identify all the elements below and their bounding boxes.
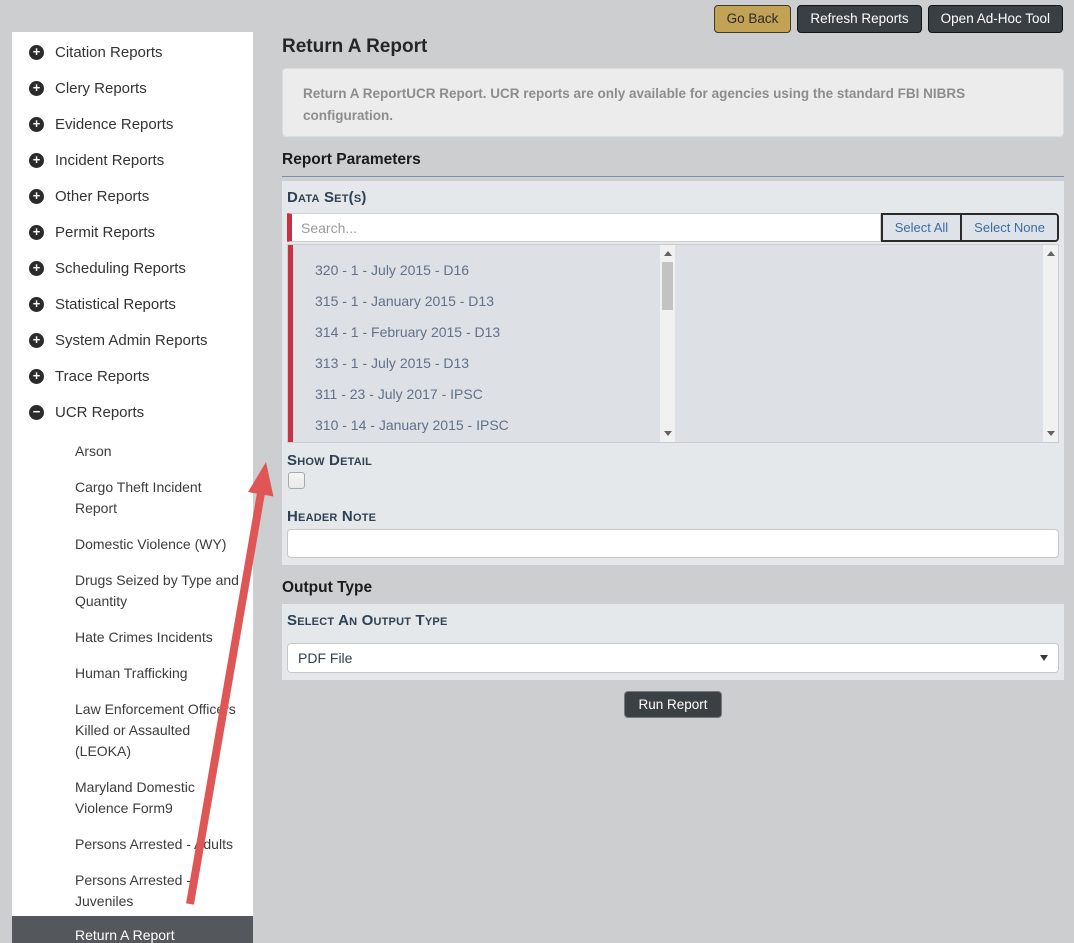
show-detail-checkbox[interactable] xyxy=(288,472,305,489)
sidebar-item-clery-reports[interactable]: Clery Reports xyxy=(12,70,253,106)
report-info-box: Return A ReportUCR Report. UCR reports a… xyxy=(282,68,1064,137)
expand-plus-icon[interactable] xyxy=(29,153,44,168)
open-adhoc-tool-button[interactable]: Open Ad-Hoc Tool xyxy=(928,5,1063,33)
sidebar-item-label: Citation Reports xyxy=(55,44,163,61)
dataset-search-input[interactable] xyxy=(287,213,881,242)
sidebar-category-list: Citation Reports Clery Reports Evidence … xyxy=(12,32,253,430)
scroll-up-icon[interactable] xyxy=(664,251,672,256)
output-type-selected-value: PDF File xyxy=(298,650,1040,666)
sidebar-subitem-drugs-seized[interactable]: Drugs Seized by Type and Quantity xyxy=(75,570,245,612)
show-detail-label: Show Detail xyxy=(287,452,372,469)
report-info-text: Return A ReportUCR Report. UCR reports a… xyxy=(303,86,965,123)
sidebar-item-label: Statistical Reports xyxy=(55,296,176,313)
selected-list-scrollbar[interactable] xyxy=(1043,245,1058,442)
expand-plus-icon[interactable] xyxy=(29,117,44,132)
sidebar-item-evidence-reports[interactable]: Evidence Reports xyxy=(12,106,253,142)
report-parameters-panel: Data Set(s) Select All Select None 320 -… xyxy=(282,181,1064,565)
dataset-option[interactable]: 314 - 1 - February 2015 - D13 xyxy=(293,316,660,347)
sidebar-item-label: Trace Reports xyxy=(55,368,149,385)
dataset-dual-list: 320 - 1 - July 2015 - D16 315 - 1 - Janu… xyxy=(287,244,1059,443)
sidebar-item-label: Scheduling Reports xyxy=(55,260,186,277)
refresh-reports-button[interactable]: Refresh Reports xyxy=(797,5,921,33)
sidebar-item-citation-reports[interactable]: Citation Reports xyxy=(12,34,253,70)
header-note-input[interactable] xyxy=(287,529,1059,558)
sidebar-item-label: Other Reports xyxy=(55,188,149,205)
sidebar-item-label: UCR Reports xyxy=(55,404,144,421)
expand-plus-icon[interactable] xyxy=(29,261,44,276)
collapse-minus-icon[interactable] xyxy=(29,405,44,420)
output-type-select[interactable]: PDF File xyxy=(287,643,1059,673)
sidebar-item-other-reports[interactable]: Other Reports xyxy=(12,178,253,214)
expand-plus-icon[interactable] xyxy=(29,81,44,96)
page-title: Return A Report xyxy=(282,36,427,58)
select-buttons-group: Select All Select None xyxy=(881,213,1059,242)
expand-plus-icon[interactable] xyxy=(29,225,44,240)
reports-sidebar: Citation Reports Clery Reports Evidence … xyxy=(12,32,253,929)
go-back-button[interactable]: Go Back xyxy=(714,5,792,33)
sidebar-subitem-persons-arrested-juveniles[interactable]: Persons Arrested - Juveniles xyxy=(75,870,245,912)
sidebar-subitem-arson[interactable]: Arson xyxy=(75,441,245,462)
sidebar-subitem-hate-crimes[interactable]: Hate Crimes Incidents xyxy=(75,627,245,648)
ucr-reports-sublist: Arson Cargo Theft Incident Report Domest… xyxy=(12,430,253,912)
scroll-up-icon[interactable] xyxy=(1047,251,1055,256)
sidebar-item-incident-reports[interactable]: Incident Reports xyxy=(12,142,253,178)
sidebar-item-label: Incident Reports xyxy=(55,152,164,169)
top-toolbar: Go Back Refresh Reports Open Ad-Hoc Tool xyxy=(714,5,1063,33)
scroll-down-icon[interactable] xyxy=(664,431,672,436)
dataset-option[interactable]: 315 - 1 - January 2015 - D13 xyxy=(293,285,660,316)
report-parameters-heading: Report Parameters xyxy=(282,151,1064,177)
header-note-label: Header Note xyxy=(287,508,376,525)
sidebar-item-system-admin-reports[interactable]: System Admin Reports xyxy=(12,322,253,358)
dataset-option[interactable]: 311 - 23 - July 2017 - IPSC xyxy=(293,378,660,409)
scroll-down-icon[interactable] xyxy=(1047,431,1055,436)
sidebar-item-scheduling-reports[interactable]: Scheduling Reports xyxy=(12,250,253,286)
output-type-panel: Select An Output Type PDF File xyxy=(282,604,1064,680)
page-root: Go Back Refresh Reports Open Ad-Hoc Tool… xyxy=(0,0,1074,929)
expand-plus-icon[interactable] xyxy=(29,189,44,204)
available-list-scrollbar[interactable] xyxy=(660,245,675,442)
sidebar-subitem-maryland-dv-form9[interactable]: Maryland Domestic Violence Form9 xyxy=(75,777,245,819)
run-report-row: Run Report xyxy=(282,691,1064,718)
expand-plus-icon[interactable] xyxy=(29,45,44,60)
chevron-down-icon[interactable] xyxy=(1040,655,1048,661)
select-all-button[interactable]: Select All xyxy=(883,215,960,240)
sidebar-subitem-leoka[interactable]: Law Enforcement Officers Killed or Assau… xyxy=(75,699,245,762)
sidebar-subitem-persons-arrested-adults[interactable]: Persons Arrested - Adults xyxy=(75,834,245,855)
sidebar-item-label: Evidence Reports xyxy=(55,116,173,133)
sidebar-item-label: Clery Reports xyxy=(55,80,147,97)
dataset-option[interactable]: 310 - 14 - January 2015 - IPSC xyxy=(293,409,660,440)
dataset-label: Data Set(s) xyxy=(287,189,367,206)
dataset-available-list: 320 - 1 - July 2015 - D16 315 - 1 - Janu… xyxy=(293,245,660,442)
dataset-option[interactable]: 320 - 1 - July 2015 - D16 xyxy=(293,254,660,285)
output-type-heading: Output Type xyxy=(282,579,1064,605)
sidebar-item-trace-reports[interactable]: Trace Reports xyxy=(12,358,253,394)
expand-plus-icon[interactable] xyxy=(29,333,44,348)
scrollbar-thumb[interactable] xyxy=(662,262,673,310)
sidebar-item-label: System Admin Reports xyxy=(55,332,208,349)
sidebar-item-label: Permit Reports xyxy=(55,224,155,241)
dataset-option[interactable]: 313 - 1 - July 2015 - D13 xyxy=(293,347,660,378)
output-type-label: Select An Output Type xyxy=(287,612,448,629)
sidebar-item-permit-reports[interactable]: Permit Reports xyxy=(12,214,253,250)
dataset-search-row: Select All Select None xyxy=(287,213,1059,242)
sidebar-item-return-a-report-active[interactable]: Return A Report xyxy=(12,916,253,943)
sidebar-item-ucr-reports[interactable]: UCR Reports xyxy=(12,394,253,430)
run-report-button[interactable]: Run Report xyxy=(624,691,721,718)
select-none-button[interactable]: Select None xyxy=(960,215,1057,240)
expand-plus-icon[interactable] xyxy=(29,369,44,384)
sidebar-item-statistical-reports[interactable]: Statistical Reports xyxy=(12,286,253,322)
expand-plus-icon[interactable] xyxy=(29,297,44,312)
sidebar-subitem-domestic-violence-wy[interactable]: Domestic Violence (WY) xyxy=(75,534,245,555)
dataset-selected-list[interactable] xyxy=(675,245,1043,442)
sidebar-subitem-cargo-theft[interactable]: Cargo Theft Incident Report xyxy=(75,477,245,519)
sidebar-subitem-human-trafficking[interactable]: Human Trafficking xyxy=(75,663,245,684)
